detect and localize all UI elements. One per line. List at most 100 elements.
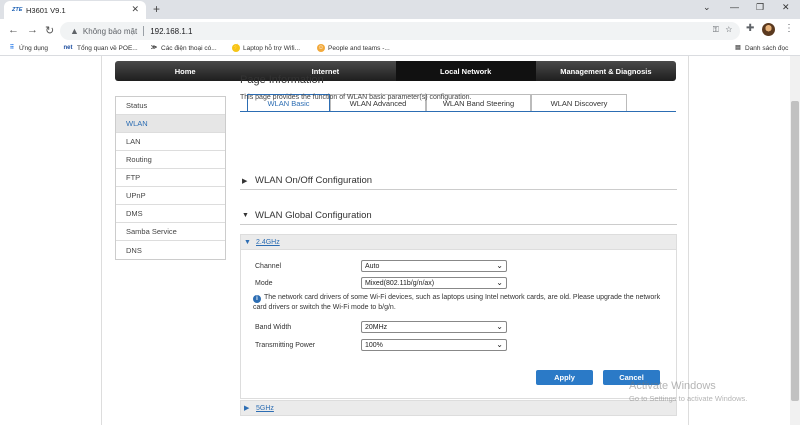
collapsed-triangle-icon: ▶: [242, 177, 248, 185]
separator: [143, 26, 145, 36]
bandwidth-value: 20MHz: [365, 323, 388, 331]
mode-label: Mode: [255, 280, 273, 287]
bookmark-label: Laptop hỗ trợ Wifi...: [243, 44, 301, 52]
section-wlan-onoff[interactable]: ▶ WLAN On/Off Configuration: [240, 172, 677, 190]
windows-activation-watermark: Activate Windows Go to Settings to activ…: [629, 380, 747, 403]
tab-title: H3601 V9.1: [26, 5, 66, 15]
side-menu-lan[interactable]: LAN: [116, 133, 225, 151]
channel-label: Channel: [255, 263, 282, 270]
section-wlan-global[interactable]: ▼ WLAN Global Configuration: [240, 207, 677, 225]
page-title: Page Information: [240, 74, 324, 86]
warning-icon[interactable]: ▲: [70, 26, 79, 36]
band-label[interactable]: 2.4GHz: [256, 239, 280, 246]
band-5ghz-header[interactable]: ▶ 5GHz: [240, 400, 677, 416]
reload-icon[interactable]: ↻: [45, 24, 54, 37]
bandwidth-label: Band Width: [255, 324, 292, 331]
expanded-triangle-icon: ▼: [242, 212, 249, 219]
star-icon[interactable]: ☆: [725, 25, 732, 34]
chevron-down-icon: ⌄: [496, 340, 503, 349]
page-gutter-right: [688, 56, 790, 425]
main-nav-home[interactable]: Home: [115, 61, 255, 81]
restore-icon[interactable]: ❐: [756, 2, 764, 13]
side-menu-dms[interactable]: DMS: [116, 205, 225, 223]
extensions-icon[interactable]: ✚: [746, 23, 754, 34]
section-title: WLAN Global Configuration: [255, 210, 372, 221]
bookmark-label: People and teams -...: [328, 44, 390, 52]
bookmark-teams[interactable]: ☺ People and teams -...: [317, 44, 390, 52]
zte-logo-icon: ZTE: [12, 7, 23, 13]
bookmarks-bar: ⠿ Ứng dụng net Tổng quan về POE... ≫ Các…: [0, 43, 800, 56]
browser-tab-strip: ZTE H3601 V9.1 ✕ + ⌄ — ❐ ✕: [0, 0, 800, 19]
forward-icon[interactable]: →: [27, 24, 38, 36]
apps-grid-icon: ⠿: [9, 45, 15, 51]
new-tab-icon[interactable]: +: [153, 2, 160, 16]
mode-value: Mixed(802.11b/g/n/ax): [365, 279, 435, 287]
close-icon[interactable]: ✕: [131, 4, 139, 15]
bookmark-label: Tổng quan về POE...: [77, 44, 138, 52]
page-gutter-left: [0, 56, 102, 425]
channel-select[interactable]: Auto ⌄: [361, 260, 507, 272]
side-menu-ftp[interactable]: FTP: [116, 169, 225, 187]
address-bar[interactable]: ▲ Không bảo mật 192.168.1.1 ⚿ ☆: [60, 22, 740, 40]
bookmark-phones[interactable]: ≫ Các điện thoại có...: [150, 44, 217, 52]
band-label[interactable]: 5GHz: [256, 405, 274, 412]
band-24ghz-header[interactable]: ▼ 2.4GHz: [240, 234, 677, 250]
info-text: The network card drivers of some Wi-Fi d…: [253, 294, 661, 311]
power-value: 100%: [365, 341, 383, 349]
main-nav-local-network[interactable]: Local Network: [395, 61, 536, 81]
side-menu-upnp[interactable]: UPnP: [116, 187, 225, 205]
net-icon: net: [63, 45, 73, 51]
teams-icon: ☺: [317, 44, 325, 52]
section-title: WLAN On/Off Configuration: [255, 175, 373, 186]
chevron-down-icon: ⌄: [496, 261, 503, 270]
minimize-icon[interactable]: —: [730, 2, 739, 12]
channel-value: Auto: [365, 262, 380, 270]
mode-info-note: i The network card drivers of some Wi-Fi …: [253, 293, 663, 313]
side-menu-samba[interactable]: Samba Service: [116, 223, 225, 241]
side-menu-dns[interactable]: DNS: [116, 241, 225, 259]
bandwidth-select[interactable]: 20MHz ⌄: [361, 321, 507, 333]
chevron-down-icon[interactable]: ⌄: [703, 2, 711, 13]
side-menu-routing[interactable]: Routing: [116, 151, 225, 169]
avatar[interactable]: [762, 23, 775, 36]
security-label[interactable]: Không bảo mật: [83, 27, 137, 36]
side-menu-status[interactable]: Status: [116, 97, 225, 115]
side-menu-wlan[interactable]: WLAN: [116, 115, 225, 133]
key-icon[interactable]: ⚿: [713, 25, 719, 34]
tab-wlan-discovery[interactable]: WLAN Discovery: [531, 94, 627, 112]
main-nav: Home Internet Local Network Management &…: [115, 61, 676, 81]
collapsed-triangle-icon: ▶: [244, 405, 250, 412]
apply-button[interactable]: Apply: [536, 370, 593, 385]
watermark-line2: Go to Settings to activate Windows.: [629, 394, 748, 403]
power-label: Transmitting Power: [255, 342, 316, 349]
omnibox-icons: ⚿ ☆: [713, 25, 732, 35]
reading-list-icon: ▤: [735, 45, 741, 51]
scrollbar-thumb[interactable]: [791, 101, 799, 401]
reading-list-label: Danh sách đọc: [745, 44, 789, 52]
chevron-down-icon: ⌄: [496, 322, 503, 331]
menu-icon[interactable]: ⋮: [784, 23, 794, 34]
bookmark-poe[interactable]: net Tổng quan về POE...: [62, 44, 138, 52]
lightning-icon: ⚡: [232, 44, 240, 52]
bookmark-apps[interactable]: ⠿ Ứng dụng: [8, 44, 48, 52]
mode-select[interactable]: Mixed(802.11b/g/n/ax) ⌄: [361, 277, 507, 289]
browser-tab[interactable]: ZTE H3601 V9.1 ✕: [4, 1, 146, 19]
expanded-triangle-icon: ▼: [244, 238, 251, 246]
bookmark-laptop[interactable]: ⚡ Laptop hỗ trợ Wifi...: [232, 44, 300, 52]
tgdd-icon: ≫: [150, 45, 158, 51]
page-scrollbar[interactable]: [790, 56, 800, 425]
back-icon[interactable]: ←: [8, 24, 19, 36]
main-nav-management[interactable]: Management & Diagnosis: [536, 61, 676, 81]
sub-tab-underline: [240, 111, 676, 112]
reading-list[interactable]: ▤ Danh sách đọc: [734, 44, 788, 52]
window-close-icon[interactable]: ✕: [782, 2, 790, 13]
power-select[interactable]: 100% ⌄: [361, 339, 507, 351]
url-text[interactable]: 192.168.1.1: [150, 27, 192, 36]
bookmark-label: Ứng dụng: [19, 44, 49, 52]
side-menu: Status WLAN LAN Routing FTP UPnP DMS Sam…: [115, 96, 226, 260]
info-icon: i: [253, 295, 261, 303]
watermark-line1: Activate Windows: [629, 380, 716, 392]
bookmark-label: Các điện thoại có...: [161, 44, 217, 52]
browser-toolbar: ← → ↻ ▲ Không bảo mật 192.168.1.1 ⚿ ☆ ✚ …: [0, 19, 800, 43]
chevron-down-icon: ⌄: [496, 278, 503, 287]
